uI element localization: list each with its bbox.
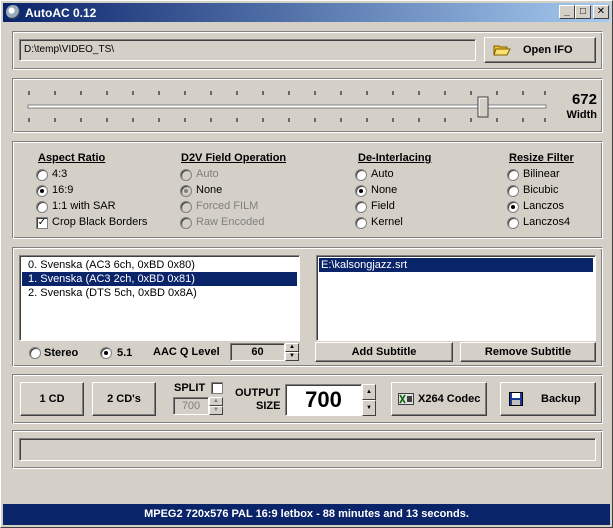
deint-kernel-radio[interactable] bbox=[355, 217, 367, 229]
deint-auto-radio[interactable] bbox=[355, 169, 367, 181]
subtitle-item-selected[interactable]: E:\kalsongjazz.srt bbox=[319, 258, 593, 272]
aac-level-field[interactable]: 60 bbox=[230, 343, 285, 361]
aac-level-label: AAC Q Level bbox=[153, 346, 220, 358]
folder-icon bbox=[493, 45, 511, 56]
surround-label: 5.1 bbox=[117, 347, 133, 359]
maximize-button[interactable]: □ bbox=[575, 5, 591, 19]
status-bar: MPEG2 720x576 PAL 16:9 letbox - 88 minut… bbox=[3, 504, 610, 525]
resize-bicubic-label: Bicubic bbox=[523, 184, 559, 196]
d2v-heading: D2V Field Operation bbox=[181, 152, 287, 164]
output-size-label-1: OUTPUT bbox=[235, 387, 281, 399]
split-label: SPLIT bbox=[174, 382, 206, 394]
resize-lanczos-radio[interactable] bbox=[507, 201, 519, 213]
output-size-label-2: SIZE bbox=[256, 400, 281, 412]
window-title: AutoAC 0.12 bbox=[25, 6, 97, 20]
audio-track-item[interactable]: 0. Svenska (AC3 6ch, 0xBD 0x80) bbox=[22, 258, 297, 272]
aac-up-arrow-icon[interactable]: ▲ bbox=[285, 343, 299, 352]
x264-codec-label: X264 Codec bbox=[418, 393, 481, 405]
resize-filter-heading: Resize Filter bbox=[509, 152, 574, 164]
audio-track-item[interactable]: 2. Svenska (DTS 5ch, 0xBD 0x8A) bbox=[22, 286, 297, 300]
aspect-16-9-label: 16:9 bbox=[52, 184, 74, 196]
deint-none-label: None bbox=[371, 184, 398, 196]
app-window: AutoAC 0.12 _ □ ✕ D:\temp\VIDEO_TS\ Open… bbox=[0, 0, 613, 528]
d2v-raw-encoded-radio[interactable] bbox=[180, 217, 192, 229]
open-ifo-label: Open IFO bbox=[523, 44, 573, 56]
split-checkbox[interactable] bbox=[211, 382, 223, 394]
width-value: 672 bbox=[571, 91, 597, 108]
d2v-none-label: None bbox=[196, 184, 223, 196]
aspect-4-3-radio[interactable] bbox=[36, 169, 48, 181]
stereo-label: Stereo bbox=[44, 347, 79, 359]
stereo-radio[interactable] bbox=[29, 347, 41, 359]
app-icon bbox=[6, 5, 20, 19]
remove-subtitle-button[interactable]: Remove Subtitle bbox=[460, 342, 596, 362]
d2v-forced-film-radio[interactable] bbox=[180, 201, 192, 213]
resize-bilinear-label: Bilinear bbox=[523, 168, 560, 180]
deint-field-label: Field bbox=[371, 200, 395, 212]
size-up-arrow-icon[interactable]: ▲ bbox=[362, 384, 376, 400]
resize-lanczos4-label: Lanczos4 bbox=[523, 216, 571, 228]
surround-radio[interactable] bbox=[100, 347, 112, 359]
deint-auto-label: Auto bbox=[371, 168, 394, 180]
resize-lanczos4-radio[interactable] bbox=[507, 217, 519, 229]
aac-down-arrow-icon[interactable]: ▼ bbox=[285, 352, 299, 361]
close-button[interactable]: ✕ bbox=[593, 5, 609, 19]
progress-bar bbox=[19, 438, 596, 461]
d2v-none-radio[interactable] bbox=[180, 185, 192, 197]
resize-bicubic-radio[interactable] bbox=[507, 185, 519, 197]
two-cds-button[interactable]: 2 CD's bbox=[92, 382, 156, 416]
slider-thumb bbox=[477, 96, 489, 118]
deint-kernel-label: Kernel bbox=[371, 216, 403, 228]
source-path-field[interactable]: D:\temp\VIDEO_TS\ bbox=[19, 39, 476, 61]
deint-none-radio[interactable] bbox=[355, 185, 367, 197]
d2v-auto-label: Auto bbox=[196, 168, 219, 180]
aspect-sar-label: 1:1 with SAR bbox=[52, 200, 116, 212]
audio-track-item-selected[interactable]: 1. Svenska (AC3 2ch, 0xBD 0x81) bbox=[22, 272, 297, 286]
x264-codec-button[interactable]: X264 Codec bbox=[391, 382, 487, 416]
backup-button[interactable]: Backup bbox=[500, 382, 596, 416]
crop-borders-label: Crop Black Borders bbox=[52, 216, 148, 228]
split-size-field[interactable]: 700 bbox=[173, 397, 209, 415]
resize-lanczos-label: Lanczos bbox=[523, 200, 564, 212]
audio-track-list[interactable]: 0. Svenska (AC3 6ch, 0xBD 0x80) 1. Svens… bbox=[19, 255, 300, 341]
d2v-raw-encoded-label: Raw Encoded bbox=[196, 216, 265, 228]
aspect-4-3-label: 4:3 bbox=[52, 168, 68, 180]
subtitle-list[interactable]: E:\kalsongjazz.srt bbox=[316, 255, 596, 341]
aspect-ratio-heading: Aspect Ratio bbox=[38, 152, 106, 164]
minimize-button[interactable]: _ bbox=[559, 5, 575, 19]
crop-borders-checkbox[interactable]: ✓ bbox=[36, 217, 48, 229]
size-down-arrow-icon[interactable]: ▼ bbox=[362, 400, 376, 416]
one-cd-button[interactable]: 1 CD bbox=[20, 382, 84, 416]
width-label: Width bbox=[566, 109, 597, 121]
d2v-forced-film-label: Forced FILM bbox=[196, 200, 259, 212]
open-ifo-button[interactable]: Open IFO bbox=[484, 37, 596, 63]
aspect-16-9-radio[interactable] bbox=[36, 185, 48, 197]
width-slider[interactable] bbox=[27, 88, 549, 126]
resize-bilinear-radio[interactable] bbox=[507, 169, 519, 181]
deinterlacing-heading: De-Interlacing bbox=[358, 152, 432, 164]
title-bar: AutoAC 0.12 _ □ ✕ bbox=[3, 3, 610, 22]
save-disk-icon bbox=[509, 392, 523, 406]
output-size-field[interactable]: 700 bbox=[285, 384, 362, 416]
d2v-auto-radio[interactable] bbox=[180, 169, 192, 181]
split-up-arrow-icon[interactable]: ▲ bbox=[209, 397, 223, 406]
aspect-sar-radio[interactable] bbox=[36, 201, 48, 213]
add-subtitle-button[interactable]: Add Subtitle bbox=[315, 342, 453, 362]
deint-field-radio[interactable] bbox=[355, 201, 367, 213]
backup-label: Backup bbox=[541, 393, 581, 405]
codec-icon bbox=[398, 393, 414, 405]
split-down-arrow-icon[interactable]: ▼ bbox=[209, 406, 223, 415]
